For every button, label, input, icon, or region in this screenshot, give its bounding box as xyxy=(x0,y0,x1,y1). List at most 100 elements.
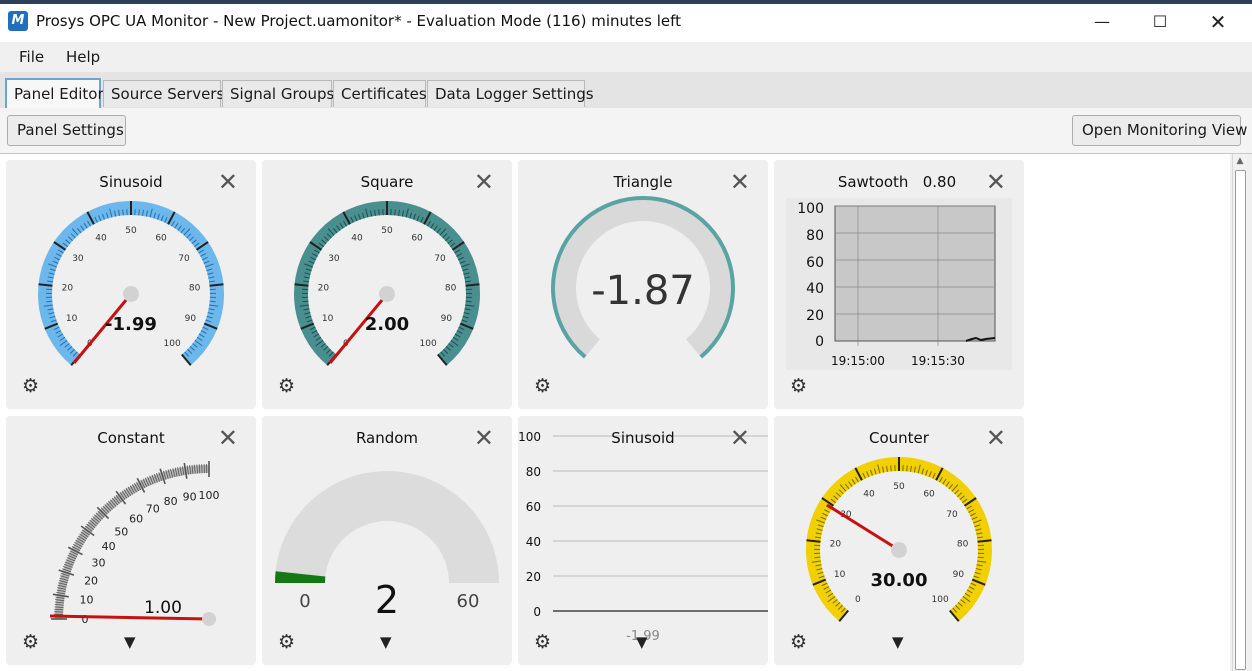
gauge-tick xyxy=(302,300,309,303)
panel-sinusoid-chart[interactable]: 100 80 60 40 20 0 -1.99 Sinusoid ✕ ⚙ ▼ xyxy=(518,416,768,665)
needle-hub xyxy=(891,542,907,558)
y-tick: 80 xyxy=(526,465,541,479)
arrow-down-icon[interactable]: ▼ xyxy=(124,635,136,650)
gauge-tick-label: 90 xyxy=(185,314,197,324)
y-tick: 40 xyxy=(526,535,541,549)
tab-signal-groups[interactable]: Signal Groups xyxy=(222,80,334,107)
gauge-tick-label: 40 xyxy=(863,489,875,499)
panel-square-gauge[interactable]: Square ✕ 0102030405060708090100 2.00 ⚙ xyxy=(262,160,512,409)
gauge-tick-label: 50 xyxy=(114,525,128,538)
trend-plot-area xyxy=(834,205,996,342)
gauge-value: 1.00 xyxy=(144,598,182,618)
line-chart: 100 80 60 40 20 0 -1.99 xyxy=(518,430,768,644)
gauge-tick-label: 90 xyxy=(441,314,453,324)
gauge-tick xyxy=(890,465,892,472)
title-bar: M Prosys OPC UA Monitor - New Project.ua… xyxy=(0,0,1252,42)
gauge-tick xyxy=(138,209,140,216)
gear-icon[interactable]: ⚙ xyxy=(534,376,551,396)
gauge-tick-label: 50 xyxy=(893,482,905,492)
gauge-tick-label: 80 xyxy=(164,495,178,508)
gear-icon[interactable]: ⚙ xyxy=(22,632,39,652)
semi-track xyxy=(275,471,499,583)
arrow-down-icon[interactable]: ▼ xyxy=(892,635,904,650)
gauge-tick xyxy=(465,300,472,303)
arrow-down-icon[interactable]: ▼ xyxy=(636,635,648,650)
needle-hub xyxy=(379,286,395,302)
tab-source-servers[interactable]: Source Servers xyxy=(103,80,224,107)
gauge-tick-label: 20 xyxy=(62,283,74,293)
gauge-tick-label: 30 xyxy=(72,254,84,264)
maximize-icon[interactable]: ☐ xyxy=(1137,8,1183,36)
y-tick: 20 xyxy=(526,570,541,584)
app-logo-icon: M xyxy=(8,11,28,31)
needle-hub xyxy=(123,286,139,302)
panel-sinusoid-gauge[interactable]: Sinusoid ✕ 0102030405060708090100 -1.99 … xyxy=(6,160,256,409)
gear-icon[interactable]: ⚙ xyxy=(790,632,807,652)
needle-hub xyxy=(202,612,216,626)
menu-file[interactable]: File xyxy=(19,48,44,66)
gauge-value: 2.00 xyxy=(365,314,409,335)
gear-icon[interactable]: ⚙ xyxy=(278,632,295,652)
scroll-up-icon[interactable]: ▲ xyxy=(1233,154,1247,168)
window-title: Prosys OPC UA Monitor - New Project.uamo… xyxy=(36,12,681,30)
gauge-tick-label: 10 xyxy=(322,314,334,324)
gauge-tick-label: 90 xyxy=(183,491,197,504)
open-monitoring-view-button[interactable]: Open Monitoring View xyxy=(1072,115,1247,146)
gauge-tick-label: 90 xyxy=(953,570,965,580)
panel-triangle-gauge[interactable]: Triangle ✕ -1.87 ⚙ xyxy=(518,160,768,409)
close-panel-icon[interactable]: ✕ xyxy=(730,425,750,451)
tab-panel-editor[interactable]: Panel Editor xyxy=(5,78,104,108)
tab-data-logger-settings[interactable]: Data Logger Settings xyxy=(427,80,594,107)
close-icon[interactable]: ✕ xyxy=(1195,8,1241,36)
gauge-tick-label: 100 xyxy=(420,339,437,349)
panel-sawtooth-trend[interactable]: Sawtooth 0.80 ✕ 100 80 60 40 20 0 19:15:… xyxy=(774,160,1024,409)
gauge-tick-label: 10 xyxy=(66,314,78,324)
gauge-tick-label: 40 xyxy=(351,233,363,243)
gauge-tick-label: 0 xyxy=(82,613,89,626)
scroll-thumb[interactable] xyxy=(1235,170,1246,670)
y-tick: 0 xyxy=(815,334,824,350)
gauge-tick-label: 100 xyxy=(199,489,220,502)
gauge-tick-label: 20 xyxy=(84,575,98,588)
gauge-tick-label: 10 xyxy=(834,570,846,580)
gauge-tick-label: 70 xyxy=(178,254,190,264)
gauge-tick-label: 100 xyxy=(932,595,949,605)
gauge-tick xyxy=(394,209,396,216)
vertical-scrollbar[interactable]: ▲ xyxy=(1232,154,1247,671)
gauge-tick xyxy=(378,209,380,216)
gear-icon[interactable]: ⚙ xyxy=(278,376,295,396)
gauge-tick-label: 80 xyxy=(189,283,201,293)
x-tick: 19:15:30 xyxy=(911,354,965,368)
minimize-icon[interactable]: — xyxy=(1079,8,1125,36)
gauge-needle xyxy=(49,614,210,621)
y-tick: 40 xyxy=(806,281,824,297)
gauge-tick xyxy=(54,608,64,611)
gauge-tick-label: 80 xyxy=(445,283,457,293)
y-tick: 100 xyxy=(797,201,824,217)
y-tick: 60 xyxy=(526,500,541,514)
arrow-down-icon[interactable]: ▼ xyxy=(380,635,392,650)
panel-settings-button[interactable]: Panel Settings xyxy=(7,115,126,146)
gauge-tick xyxy=(198,464,201,474)
gauge-value: 2 xyxy=(375,578,399,622)
y-tick: 20 xyxy=(806,308,824,324)
gauge-tick-label: 50 xyxy=(125,226,137,236)
panel-counter-gauge[interactable]: Counter ✕ 0102030405060708090100 30.00 ⚙… xyxy=(774,416,1024,665)
gauge-tick-label: 80 xyxy=(957,539,969,549)
gauge-tick-label: 60 xyxy=(411,233,423,243)
panel-constant-gauge[interactable]: Constant ✕ 0 10 20 30 40 50 60 70 80 90 100 1.00 ⚙… xyxy=(6,416,256,665)
gear-icon[interactable]: ⚙ xyxy=(22,376,39,396)
gear-icon[interactable]: ⚙ xyxy=(534,632,551,652)
gauge-tick-label: 70 xyxy=(946,510,958,520)
trend-chart: 100 80 60 40 20 0 19:15:00 19:15:30 xyxy=(786,198,1012,370)
gauge-max: 60 xyxy=(457,591,480,612)
gauge-tick-label: 10 xyxy=(80,594,94,607)
panel-random-gauge[interactable]: Random ✕ 0 60 2 ⚙ ▼ xyxy=(262,416,512,665)
quarter-gauge: 0 10 20 30 40 506070 80 90 100 1.00 xyxy=(49,461,220,626)
gauge-tick-label: 30 xyxy=(328,254,340,264)
gauge-tick-label: 60 xyxy=(923,489,935,499)
menu-help[interactable]: Help xyxy=(66,48,100,66)
gauge-tick-label: 60 xyxy=(155,233,167,243)
tab-certificates[interactable]: Certificates xyxy=(333,80,427,107)
gear-icon[interactable]: ⚙ xyxy=(790,376,807,396)
